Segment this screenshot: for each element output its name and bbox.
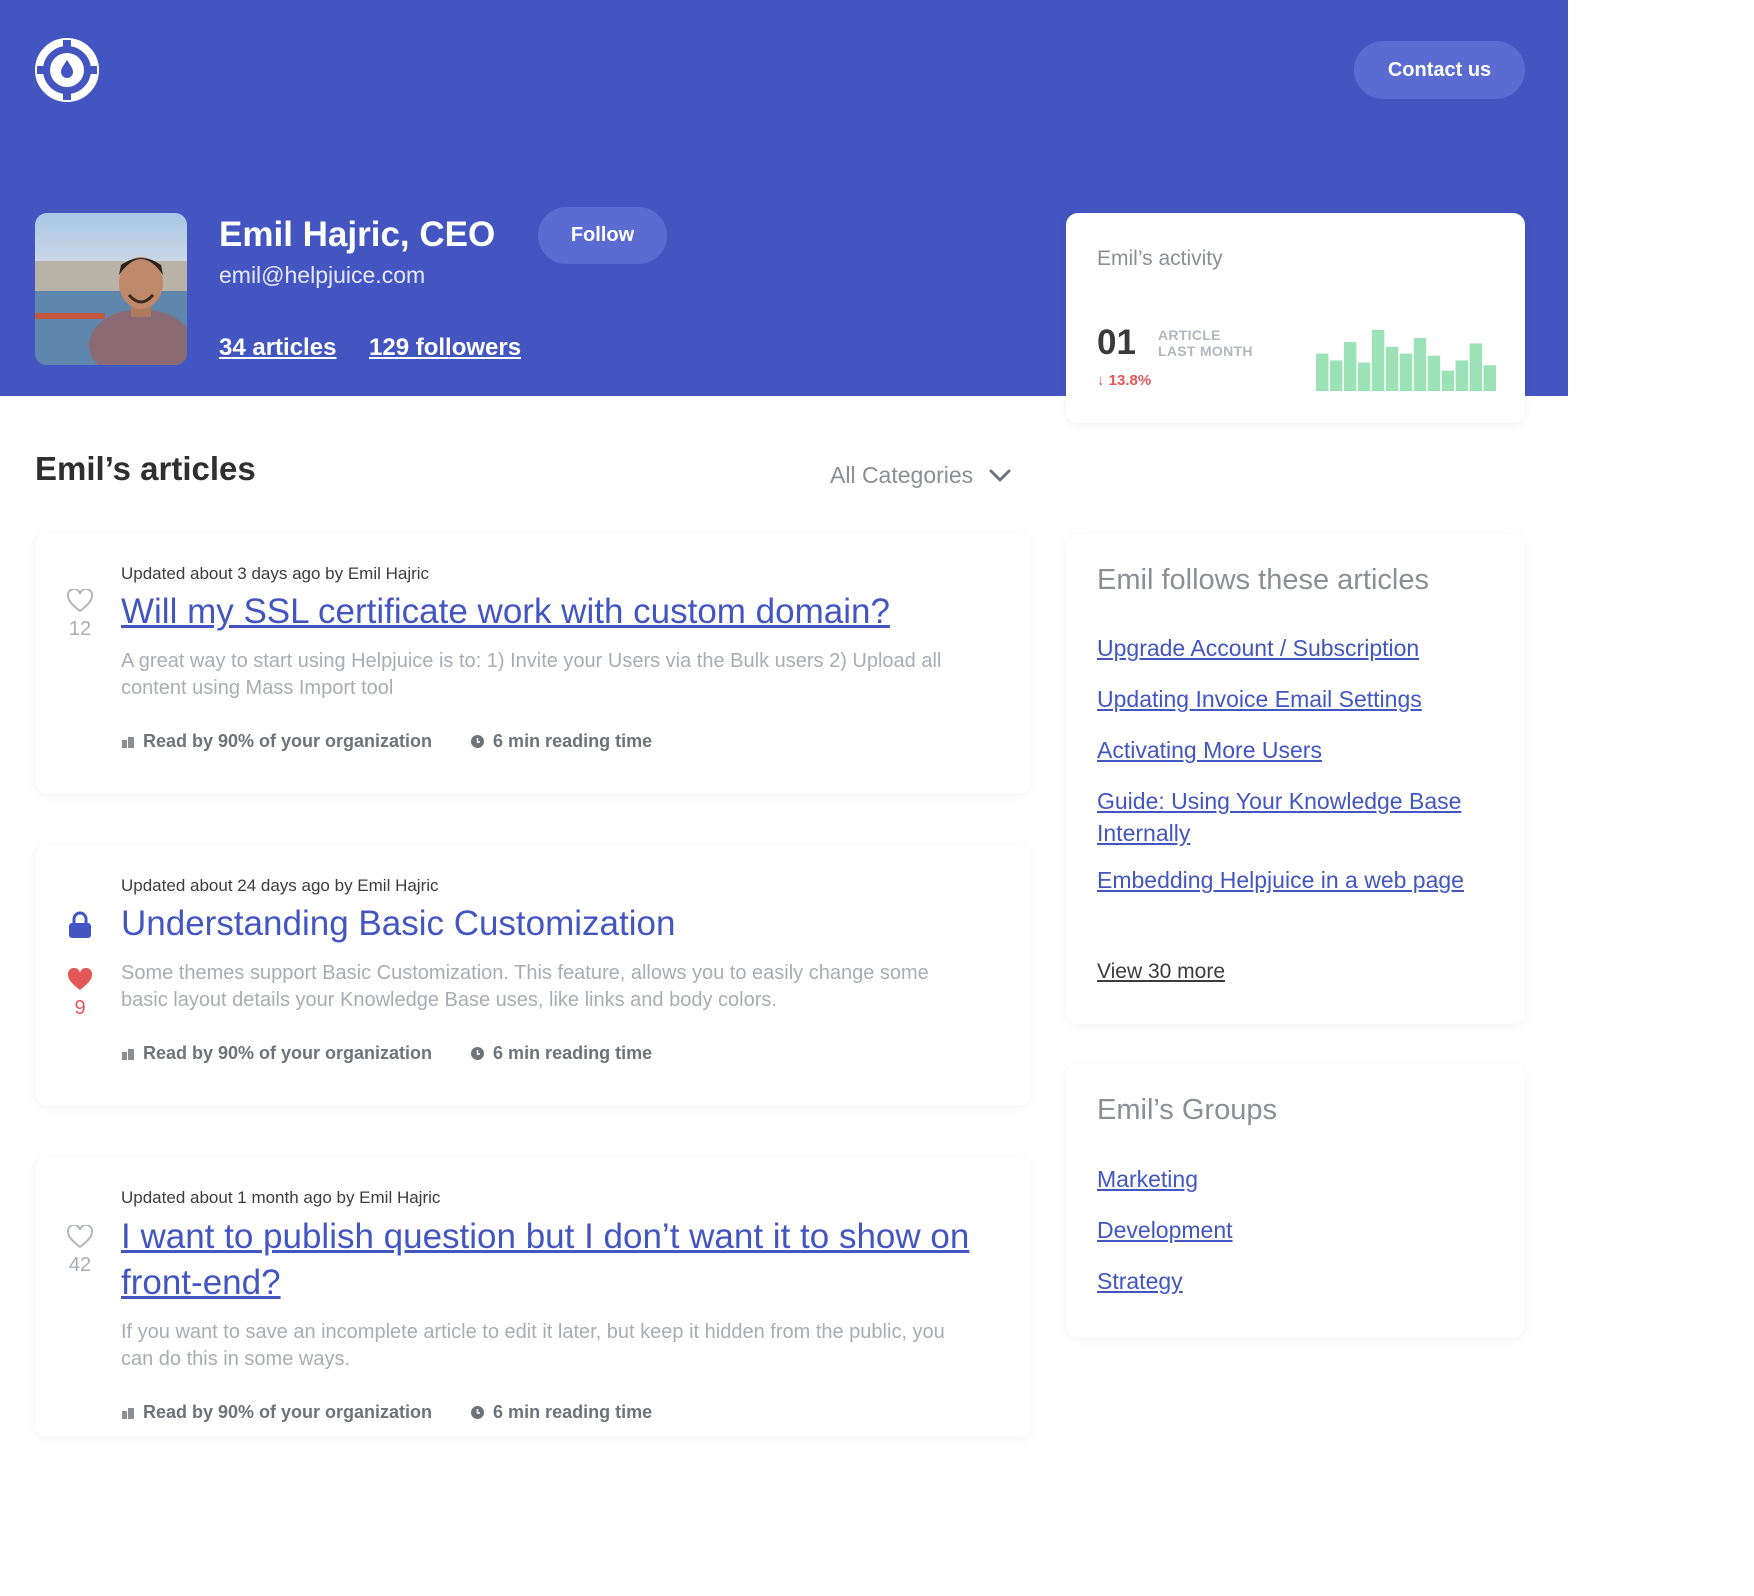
followed-article-link[interactable]: Updating Invoice Email Settings [1097,683,1507,715]
like-count: 42 [68,1254,92,1276]
reading-time-text: 6 min reading time [493,731,653,751]
reading-time-stat: 6 min reading time [470,1402,652,1423]
profile-name: Emil Hajric, CEO [219,215,496,254]
followed-articles-title: Emil follows these articles [1097,564,1429,596]
activity-bar [1357,362,1371,391]
articles-section-title: Emil’s articles [35,450,256,487]
clock-icon [471,1047,485,1060]
activity-bar-chart [1316,329,1496,391]
lock-icon [65,911,95,944]
clock-icon [471,1406,485,1419]
reading-time-text: 6 min reading time [493,1043,653,1063]
groups-card: Emil’s Groups Marketing Development Stra… [1066,1064,1525,1337]
building-icon [122,736,134,748]
activity-bar [1329,360,1343,391]
followed-article-link[interactable]: Guide: Using Your Knowledge Base Interna… [1097,785,1507,849]
article-excerpt: If you want to save an incomplete articl… [121,1321,945,1370]
article-title-link[interactable]: I want to publish question but I don’t w… [121,1214,971,1306]
article-excerpt: A great way to start using Helpjuice is … [121,650,942,699]
clock-icon [471,735,485,748]
activity-bar [1441,370,1455,391]
followed-articles-card: Emil follows these articles Upgrade Acco… [1066,534,1525,1024]
article-card[interactable]: 12 Updated about 3 days ago by Emil Hajr… [35,533,1031,793]
categories-label: All Categories [830,462,974,488]
chevron-down-icon [989,469,1011,481]
groups-title: Emil’s Groups [1097,1094,1277,1126]
activity-bar [1413,337,1427,391]
read-by-text: Read by 90% of your organization [143,1043,433,1063]
activity-bar [1483,365,1496,391]
profile-email: emil@helpjuice.com [219,262,426,288]
like-control[interactable]: 12 [65,587,95,641]
activity-label-line2: LAST MONTH [1158,343,1253,359]
like-control[interactable]: 9 [65,967,95,1020]
like-control[interactable]: 42 [65,1223,95,1277]
read-by-stat: Read by 90% of your organization [121,1043,432,1064]
activity-bar [1455,360,1469,391]
articles-count-link[interactable]: 34 articles [219,333,336,363]
activity-bar [1469,343,1483,391]
activity-bar [1316,353,1329,391]
activity-title: Emil’s activity [1097,247,1223,270]
article-meta: Updated about 1 month ago by Emil Hajric [121,1188,441,1207]
activity-bar [1385,346,1399,391]
followed-article-link[interactable]: Embedding Helpjuice in a web page [1097,864,1507,896]
like-count: 9 [74,997,86,1019]
contact-us-button[interactable]: Contact us [1354,41,1525,99]
article-stats: Read by 90% of your organization 6 min r… [121,1402,652,1423]
read-by-text: Read by 90% of your organization [143,731,433,751]
activity-bar [1343,342,1357,391]
reading-time-stat: 6 min reading time [470,1043,652,1064]
lifebuoy-drop-icon[interactable] [34,37,100,103]
like-count: 12 [68,618,92,640]
article-excerpt: Some themes support Basic Customization.… [121,962,929,1011]
article-card[interactable]: 9 Updated about 24 days ago by Emil Hajr… [35,845,1031,1105]
article-card[interactable]: 42 Updated about 1 month ago by Emil Haj… [35,1157,1031,1437]
building-icon [122,1407,134,1419]
article-title-link[interactable]: Will my SSL certificate work with custom… [121,589,971,635]
read-by-stat: Read by 90% of your organization [121,731,432,752]
activity-bar [1427,355,1441,391]
reading-time-stat: 6 min reading time [470,731,652,752]
group-link[interactable]: Marketing [1097,1163,1507,1195]
reading-time-text: 6 min reading time [493,1402,653,1422]
article-meta: Updated about 3 days ago by Emil Hajric [121,564,430,583]
activity-card: Emil’s activity 01 ARTICLE LAST MONTH ↓ … [1066,213,1525,423]
heart-outline-icon [66,1223,94,1249]
article-stats: Read by 90% of your organization 6 min r… [121,731,652,752]
heart-filled-icon [67,967,93,990]
activity-label: ARTICLE LAST MONTH [1158,327,1253,359]
read-by-text: Read by 90% of your organization [143,1402,433,1422]
article-stats: Read by 90% of your organization 6 min r… [121,1043,652,1064]
activity-bar [1399,353,1413,391]
article-title-link[interactable]: Understanding Basic Customization [121,901,971,947]
arrow-down-icon: ↓ [1097,372,1105,389]
read-by-stat: Read by 90% of your organization [121,1402,432,1423]
avatar [35,213,187,365]
article-meta: Updated about 24 days ago by Emil Hajric [121,876,439,895]
categories-dropdown[interactable]: All Categories [830,462,1011,489]
activity-count: 01 [1097,323,1136,362]
view-more-link[interactable]: View 30 more [1097,960,1225,984]
building-icon [122,1048,134,1060]
heart-outline-icon [66,587,94,613]
followed-article-link[interactable]: Activating More Users [1097,734,1507,766]
group-link[interactable]: Development [1097,1214,1507,1246]
activity-delta: ↓ 13.8% [1097,372,1151,389]
follow-button[interactable]: Follow [538,207,667,264]
activity-bar [1371,329,1385,391]
group-link[interactable]: Strategy [1097,1265,1507,1297]
activity-label-line1: ARTICLE [1158,327,1221,343]
followers-count-link[interactable]: 129 followers [369,333,521,363]
activity-delta-value: 13.8% [1108,372,1152,389]
followed-article-link[interactable]: Upgrade Account / Subscription [1097,632,1507,664]
